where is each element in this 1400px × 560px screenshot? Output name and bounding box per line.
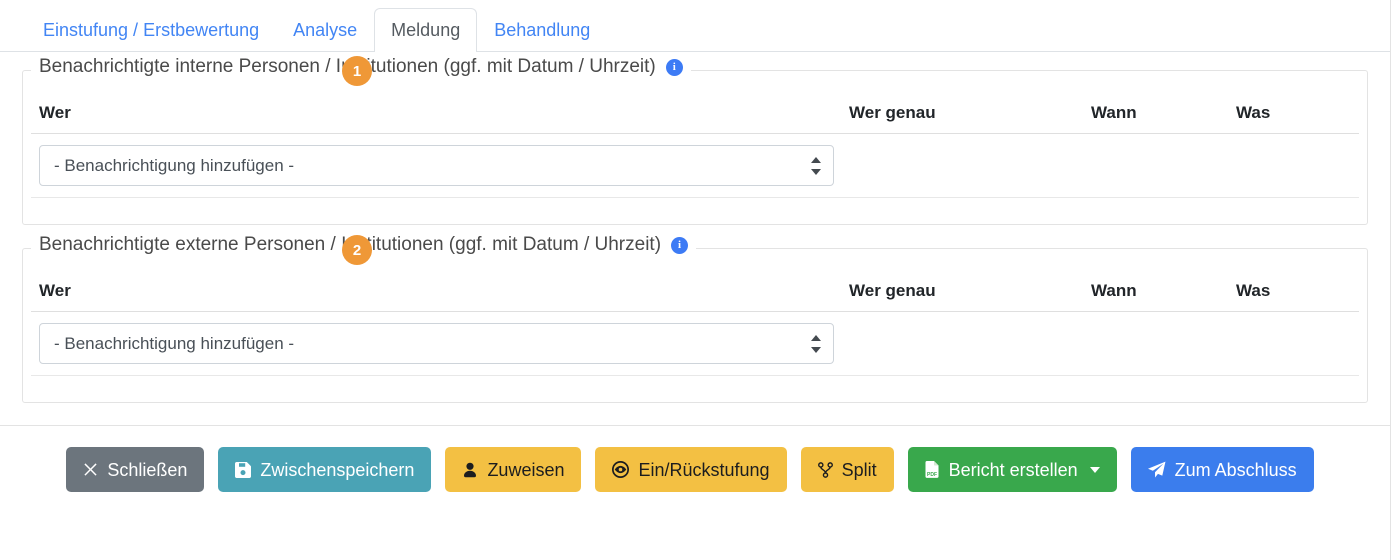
svg-text:PDF: PDF — [927, 472, 937, 478]
cell-wer: - Benachrichtigung hinzufügen - — [31, 311, 841, 376]
assign-button-label: Zuweisen — [487, 459, 565, 480]
user-icon — [464, 462, 477, 477]
reclassify-button[interactable]: Ein/Rückstufung — [595, 447, 787, 492]
create-report-button-label: Bericht erstellen — [948, 459, 1078, 480]
column-header-wann: Wann — [1083, 275, 1228, 312]
add-notification-select-extern[interactable]: - Benachrichtigung hinzufügen - — [39, 323, 834, 364]
table-header-row: Wer Wer genau Wann Was — [31, 97, 1359, 134]
tab-behandlung[interactable]: Behandlung — [477, 8, 607, 52]
cell-wann — [1083, 311, 1228, 376]
action-button-bar: Schließen Zwischenspeichern Zuweisen Ein… — [0, 426, 1380, 492]
cell-wann — [1083, 133, 1228, 198]
select-wrapper: - Benachrichtigung hinzufügen - — [39, 145, 834, 186]
close-button[interactable]: Schließen — [66, 447, 205, 492]
cell-was — [1228, 311, 1359, 376]
select-wrapper: - Benachrichtigung hinzufügen - — [39, 323, 834, 364]
section-externe-benachrichtigungen: Benachrichtigte externe Personen / Insti… — [22, 234, 1368, 403]
column-header-was: Was — [1228, 97, 1359, 134]
pdf-file-icon: PDF — [925, 461, 939, 478]
save-draft-button-label: Zwischenspeichern — [260, 459, 415, 480]
column-header-wann: Wann — [1083, 97, 1228, 134]
eye-icon — [612, 461, 630, 478]
table-interne-benachrichtigungen: Wer Wer genau Wann Was - Benachrichtigun… — [31, 97, 1359, 198]
column-header-wer-genau: Wer genau — [841, 97, 1083, 134]
close-icon — [84, 463, 97, 476]
table-externe-benachrichtigungen: Wer Wer genau Wann Was - Benachrichtigun… — [31, 275, 1359, 376]
paper-plane-icon — [1147, 461, 1166, 478]
column-header-wer-genau: Wer genau — [841, 275, 1083, 312]
column-header-wer: Wer — [31, 275, 841, 312]
caret-down-icon — [1089, 466, 1100, 473]
tab-analyse[interactable]: Analyse — [276, 8, 374, 52]
column-header-wer: Wer — [31, 97, 841, 134]
step-badge-1: 1 — [342, 56, 372, 86]
table-row: - Benachrichtigung hinzufügen - — [31, 311, 1359, 376]
meldung-panel: Benachrichtigte interne Personen / Insti… — [0, 56, 1400, 492]
split-button-label: Split — [841, 459, 877, 480]
close-button-label: Schließen — [107, 459, 188, 480]
reclassify-button-label: Ein/Rückstufung — [638, 459, 770, 480]
column-header-was: Was — [1228, 275, 1359, 312]
tab-einstufung-erstbewertung[interactable]: Einstufung / Erstbewertung — [26, 8, 276, 52]
tab-bar: Einstufung / Erstbewertung Analyse Meldu… — [0, 0, 1390, 52]
table-row: - Benachrichtigung hinzufügen - — [31, 133, 1359, 198]
info-icon[interactable]: i — [665, 58, 683, 76]
add-notification-select-intern[interactable]: - Benachrichtigung hinzufügen - — [39, 145, 834, 186]
cell-wer-genau — [841, 311, 1083, 376]
info-icon[interactable]: i — [671, 236, 689, 254]
cell-was — [1228, 133, 1359, 198]
cell-wer: - Benachrichtigung hinzufügen - — [31, 133, 841, 198]
create-report-button[interactable]: PDF Bericht erstellen — [907, 447, 1117, 492]
table-header-row: Wer Wer genau Wann Was — [31, 275, 1359, 312]
finalize-button-label: Zum Abschluss — [1174, 459, 1297, 480]
save-icon — [235, 461, 252, 478]
code-branch-icon — [817, 461, 833, 478]
save-draft-button[interactable]: Zwischenspeichern — [218, 447, 432, 492]
split-button[interactable]: Split — [800, 447, 894, 492]
cell-wer-genau — [841, 133, 1083, 198]
step-badge-2: 2 — [342, 235, 372, 265]
assign-button[interactable]: Zuweisen — [445, 447, 582, 492]
section-interne-benachrichtigungen: Benachrichtigte interne Personen / Insti… — [22, 56, 1368, 225]
finalize-button[interactable]: Zum Abschluss — [1130, 447, 1314, 492]
tab-meldung[interactable]: Meldung — [374, 8, 478, 52]
